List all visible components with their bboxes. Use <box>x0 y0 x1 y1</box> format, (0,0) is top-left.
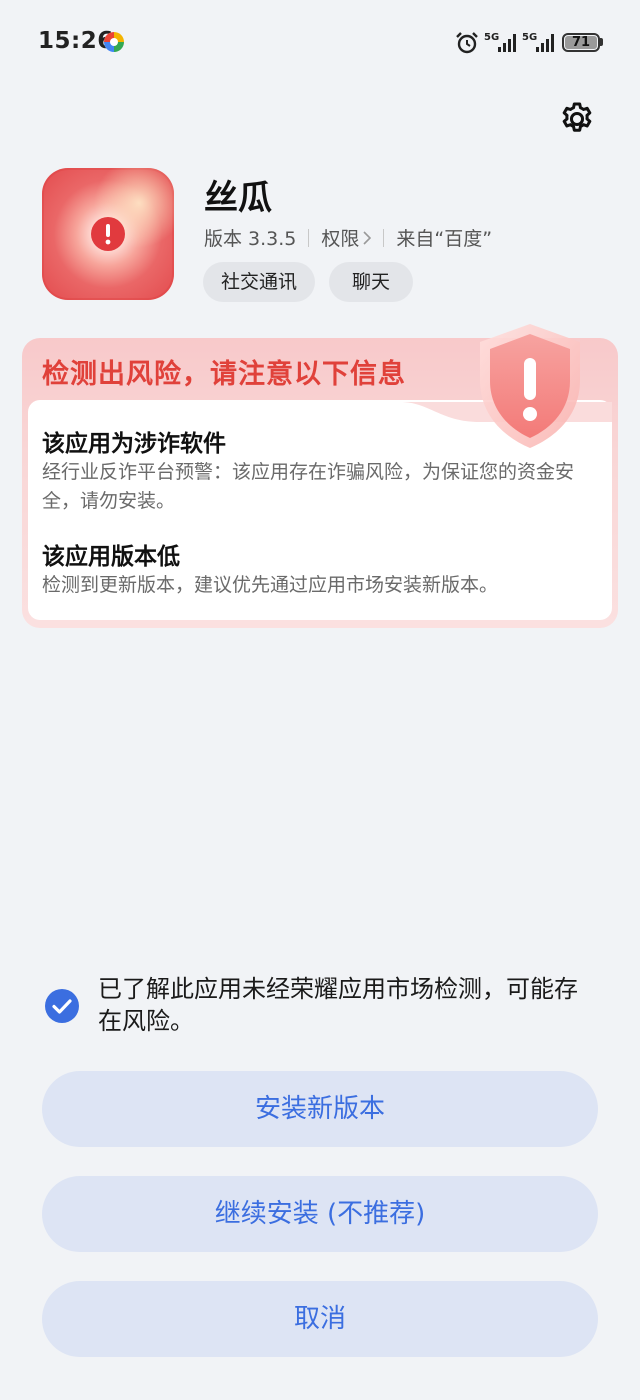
chevron-right-icon <box>363 230 372 245</box>
risk-item-desc: 经行业反诈平台预警：该应用存在诈骗风险，为保证您的资金安全，请勿安装。 <box>42 461 575 512</box>
risk-item-title: 该应用为涉诈软件 <box>42 431 226 457</box>
checkbox-checked-icon[interactable] <box>44 988 80 1024</box>
divider <box>308 228 310 247</box>
permissions-link[interactable]: 权限 <box>321 224 372 251</box>
battery-tip <box>600 38 603 46</box>
risk-title: 检测出风险，请注意以下信息 <box>42 359 406 390</box>
alert-icon <box>91 217 125 251</box>
continue-install-button[interactable]: 继续安装 (不推荐) <box>42 1176 598 1252</box>
signal-icon: 5G <box>484 32 516 52</box>
risk-item-desc: 检测到更新版本，建议优先通过应用市场安装新版本。 <box>42 574 499 596</box>
signal-icon: 5G <box>522 32 554 52</box>
category-tag: 社交通讯 <box>203 262 315 302</box>
svg-text:5G: 5G <box>484 32 499 43</box>
svg-text:5G: 5G <box>522 32 537 43</box>
divider <box>383 228 385 247</box>
alarm-icon <box>456 32 478 54</box>
acknowledge-text: 已了解此应用未经荣耀应用市场检测，可能存在风险。 <box>98 975 578 1035</box>
category-tag: 聊天 <box>329 262 413 302</box>
app-name: 丝瓜 <box>204 178 272 218</box>
permissions-label: 权限 <box>321 228 360 250</box>
risk-item-title: 该应用版本低 <box>42 544 180 570</box>
app-version: 版本 3.3.5 <box>204 228 297 250</box>
battery-level: 71 <box>571 35 591 50</box>
app-meta: 版本 3.3.5 权限 来自“百度” <box>204 224 492 251</box>
shield-warning-icon <box>480 324 580 448</box>
cancel-button[interactable]: 取消 <box>42 1281 598 1357</box>
install-new-version-button[interactable]: 安装新版本 <box>42 1071 598 1147</box>
gear-icon[interactable] <box>558 100 596 138</box>
pin-app-icon <box>104 32 124 52</box>
app-source: 来自“百度” <box>396 228 493 250</box>
